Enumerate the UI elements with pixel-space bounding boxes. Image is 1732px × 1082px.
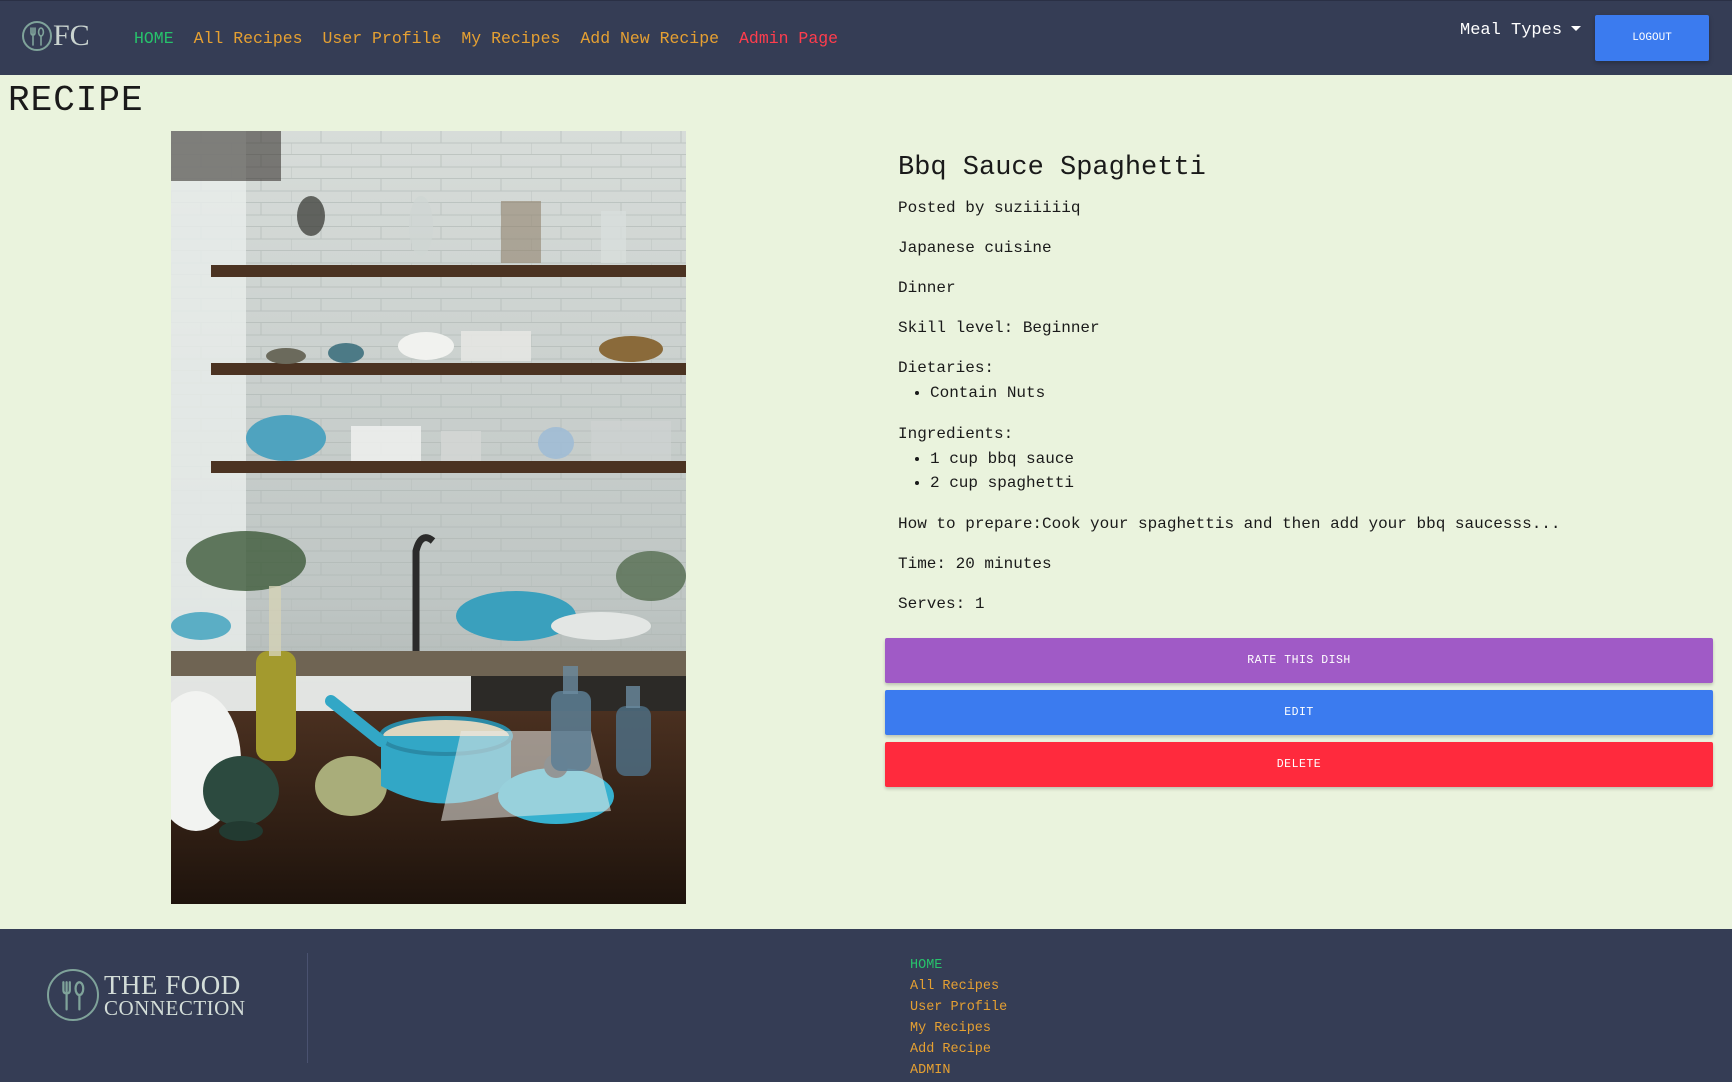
footer-link-admin[interactable]: ADMIN [910, 1060, 1007, 1081]
nav-link-home[interactable]: HOME [134, 29, 174, 48]
recipe-meal-type: Dinner [898, 279, 956, 297]
footer-link-user-profile[interactable]: User Profile [910, 997, 1007, 1018]
recipe-details: Bbq Sauce Spaghetti Posted by suziiiiiq … [898, 153, 1698, 633]
nav-link-my-recipes[interactable]: My Recipes [461, 29, 560, 48]
dietaries-label: Dietaries: [898, 359, 995, 377]
brand-logo[interactable]: FC [22, 21, 90, 51]
recipe-image [171, 131, 686, 904]
page-title: RECIPE [8, 80, 144, 121]
recipe-serves: Serves: 1 [898, 595, 985, 613]
ingredients-label: Ingredients: [898, 425, 1014, 443]
meal-types-label: Meal Types [1460, 21, 1563, 40]
recipe-name: Bbq Sauce Spaghetti [898, 153, 1206, 183]
ingredients-list: 1 cup bbq sauce 2 cup spaghetti [898, 447, 1698, 495]
caret-down-icon [1571, 26, 1582, 31]
fork-spoon-icon [47, 969, 99, 1021]
footer-brand-name: THE FOOD CONNECTION [104, 970, 246, 1020]
ingredient-item: 2 cup spaghetti [930, 471, 1698, 495]
top-navbar: FC HOME All Recipes User Profile My Reci… [0, 0, 1732, 75]
recipe-skill-level: Skill level: Beginner [898, 319, 1100, 337]
dietaries-list: Contain Nuts [898, 381, 1698, 405]
meal-types-dropdown[interactable]: Meal Types [1460, 21, 1582, 40]
nav-link-add-new-recipe[interactable]: Add New Recipe [580, 29, 719, 48]
dietary-item: Contain Nuts [930, 381, 1698, 405]
recipe-posted-by: Posted by suziiiiiq [898, 199, 1081, 217]
footer-link-add-recipe[interactable]: Add Recipe [910, 1039, 1007, 1060]
logout-button[interactable]: LOGOUT [1595, 15, 1709, 61]
edit-button[interactable]: EDIT [885, 690, 1713, 735]
recipe-preparation: How to prepare:Cook your spaghettis and … [898, 515, 1561, 533]
nav-link-all-recipes[interactable]: All Recipes [194, 29, 303, 48]
footer-link-all-recipes[interactable]: All Recipes [910, 976, 1007, 997]
footer-brand-logo[interactable]: THE FOOD CONNECTION [47, 969, 246, 1021]
footer-brand-line1: THE FOOD [104, 970, 241, 1000]
footer-divider [307, 953, 308, 1063]
ingredient-item: 1 cup bbq sauce [930, 447, 1698, 471]
nav-link-admin-page[interactable]: Admin Page [739, 29, 838, 48]
rate-dish-button[interactable]: RATE THIS DISH [885, 638, 1713, 683]
fork-spoon-icon [22, 21, 52, 51]
footer: THE FOOD CONNECTION HOME All Recipes Use… [0, 929, 1732, 1082]
nav-link-user-profile[interactable]: User Profile [323, 29, 442, 48]
main-nav: HOME All Recipes User Profile My Recipes… [134, 29, 858, 48]
logo-text: FC [53, 19, 90, 52]
recipe-cuisine: Japanese cuisine [898, 239, 1052, 257]
footer-nav: HOME All Recipes User Profile My Recipes… [910, 955, 1007, 1081]
footer-link-home[interactable]: HOME [910, 955, 1007, 976]
recipe-time: Time: 20 minutes [898, 555, 1052, 573]
footer-link-my-recipes[interactable]: My Recipes [910, 1018, 1007, 1039]
footer-brand-line2: CONNECTION [104, 996, 246, 1020]
delete-button[interactable]: DELETE [885, 742, 1713, 787]
